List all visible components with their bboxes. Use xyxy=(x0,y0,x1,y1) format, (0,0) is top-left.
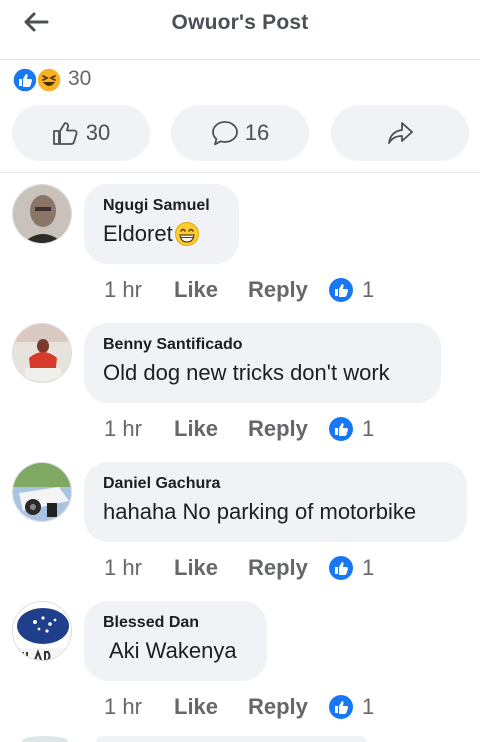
comment-reaction-count: 1 xyxy=(362,555,375,580)
reaction-count: 30 xyxy=(68,67,92,90)
like-reaction-icon[interactable] xyxy=(328,277,354,303)
avatar[interactable] xyxy=(12,184,72,244)
comment-time[interactable]: 1 hr xyxy=(104,555,174,581)
comment-author[interactable]: Benny Santificado xyxy=(103,336,421,354)
like-reaction-icon[interactable] xyxy=(328,555,354,581)
comment-text: Old dog new tricks don't work xyxy=(103,360,390,385)
post-actions: 30 16 xyxy=(12,105,470,161)
thumbs-up-icon xyxy=(52,122,78,145)
comment-button[interactable]: 16 xyxy=(171,105,309,161)
avatar[interactable] xyxy=(12,462,72,522)
comment-reply-link[interactable]: Reply xyxy=(248,555,328,581)
comment-time[interactable]: 1 hr xyxy=(104,694,174,720)
avatar[interactable] xyxy=(12,601,72,661)
comment-meta: 1 hr Like Reply 1 xyxy=(104,554,374,582)
like-count: 30 xyxy=(85,120,111,145)
comment-reply-link[interactable]: Reply xyxy=(248,277,328,303)
comment-item: Daniel Gachura hahaha No parking of moto… xyxy=(0,462,480,600)
next-avatar-peek xyxy=(22,736,68,742)
comment-like-link[interactable]: Like xyxy=(174,277,248,303)
comment-like-link[interactable]: Like xyxy=(174,694,248,720)
next-bubble-peek xyxy=(96,736,366,742)
comment-icon xyxy=(211,121,238,146)
comment-time[interactable]: 1 hr xyxy=(104,416,174,442)
comment-item: Blessed Dan Aki Wakenya 1 hr Like Reply … xyxy=(0,601,480,739)
comment-text: Aki Wakenya xyxy=(109,638,237,663)
app-header: Owuor's Post xyxy=(0,0,480,60)
page-title: Owuor's Post xyxy=(171,11,309,34)
comment-author[interactable]: Blessed Dan xyxy=(103,614,247,632)
comment-author[interactable]: Ngugi Samuel xyxy=(103,197,219,215)
comment-author[interactable]: Daniel Gachura xyxy=(103,475,447,493)
section-divider xyxy=(0,172,480,173)
comment-time[interactable]: 1 hr xyxy=(104,277,174,303)
comment-bubble[interactable]: Blessed Dan Aki Wakenya xyxy=(84,601,267,681)
comment-reaction-count: 1 xyxy=(362,694,375,719)
comment-item: Benny Santificado Old dog new tricks don… xyxy=(0,323,480,461)
avatar[interactable] xyxy=(12,323,72,383)
comment-item: Ngugi Samuel Eldoret 1 hr Like Reply 1 xyxy=(0,184,480,322)
comment-bubble[interactable]: Ngugi Samuel Eldoret xyxy=(84,184,239,264)
avatar-image xyxy=(13,463,71,521)
comment-reply-link[interactable]: Reply xyxy=(248,416,328,442)
comment-bubble[interactable]: Benny Santificado Old dog new tricks don… xyxy=(84,323,441,403)
comment-text: hahaha No parking of motorbike xyxy=(103,499,417,524)
comment-meta: 1 hr Like Reply 1 xyxy=(104,693,374,721)
avatar-image xyxy=(13,185,71,243)
reaction-icons xyxy=(12,66,64,93)
like-reaction-icon[interactable] xyxy=(328,416,354,442)
comment-count: 16 xyxy=(244,120,270,145)
comment-like-link[interactable]: Like xyxy=(174,416,248,442)
avatar-image xyxy=(13,324,71,382)
comment-like-link[interactable]: Like xyxy=(174,555,248,581)
reactions-summary[interactable]: 30 xyxy=(12,66,92,93)
share-button[interactable] xyxy=(331,105,469,161)
comment-meta: 1 hr Like Reply 1 xyxy=(104,415,374,443)
share-icon xyxy=(388,122,413,144)
haha-icon xyxy=(36,67,62,93)
comment-reply-link[interactable]: Reply xyxy=(248,694,328,720)
comment-bubble[interactable]: Daniel Gachura hahaha No parking of moto… xyxy=(84,462,467,542)
comment-meta: 1 hr Like Reply 1 xyxy=(104,276,374,304)
comment-text-content: Eldoret xyxy=(103,221,173,246)
comment-reaction-count: 1 xyxy=(362,416,375,441)
comment-text: Eldoret xyxy=(103,221,219,247)
like-reaction-icon[interactable] xyxy=(328,694,354,720)
comment-reaction-count: 1 xyxy=(362,277,375,302)
like-icon xyxy=(12,67,38,93)
like-button[interactable]: 30 xyxy=(12,105,150,161)
grin-emoji-icon xyxy=(174,222,199,246)
avatar-image xyxy=(13,602,71,660)
